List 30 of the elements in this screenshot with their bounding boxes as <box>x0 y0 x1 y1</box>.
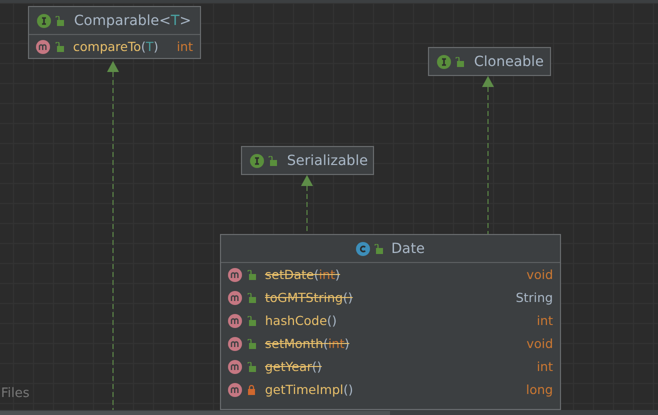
node-title: Date <box>391 240 425 256</box>
interface-node[interactable]: Comparable<T> compareTo(T) int <box>28 6 201 59</box>
method-icon <box>228 382 242 396</box>
return-type: void <box>526 267 553 282</box>
class-icon <box>356 242 370 256</box>
return-type: long <box>526 382 553 397</box>
method-icon <box>228 314 242 328</box>
interface-node[interactable]: Serializable <box>241 146 374 175</box>
method-signature: compareTo(T) <box>73 39 160 54</box>
scrollbar[interactable] <box>0 410 658 415</box>
method-signature: getTimeImpl() <box>265 382 354 397</box>
method-icon <box>36 40 50 54</box>
method-icon <box>228 290 242 304</box>
method-icon <box>228 336 242 350</box>
return-type: int <box>176 39 193 54</box>
method-signature: hashCode() <box>265 313 338 328</box>
return-type: String <box>516 290 553 305</box>
return-type: int <box>536 359 553 374</box>
interface-icon <box>37 14 51 28</box>
node-title: Cloneable <box>474 54 544 70</box>
node-title: Comparable<T> <box>74 12 192 28</box>
node-title: Serializable <box>287 152 368 168</box>
return-type: void <box>526 336 553 351</box>
interface-node[interactable]: Cloneable <box>428 47 551 76</box>
return-type: int <box>536 313 553 328</box>
method-icon <box>228 360 242 374</box>
interface-icon <box>437 54 451 68</box>
side-panel-label[interactable]: Files <box>1 386 30 401</box>
interface-icon <box>250 154 264 168</box>
method-icon <box>228 268 242 282</box>
